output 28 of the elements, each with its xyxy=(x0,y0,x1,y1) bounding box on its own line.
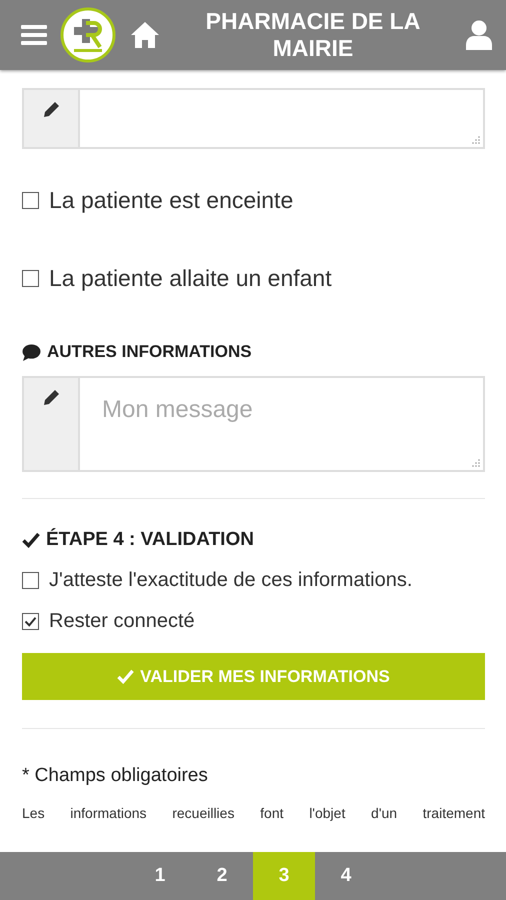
step-tab[interactable]: 1 xyxy=(129,852,191,900)
checkbox[interactable] xyxy=(22,192,39,209)
resize-grip-icon xyxy=(472,459,480,467)
pencil-icon xyxy=(41,388,61,408)
home-icon[interactable] xyxy=(130,21,160,49)
section-heading: AUTRES INFORMATIONS xyxy=(47,342,252,362)
legal-text: Les informations recueillies font l'objet d'un traitement xyxy=(22,805,485,821)
message-field[interactable]: Mon message xyxy=(80,376,485,472)
checkbox-label: La patiente est enceinte xyxy=(49,187,294,214)
checkbox-label: J'atteste l'exactitude de ces informations. xyxy=(49,569,412,592)
checkbox-label: La patiente allaite un enfant xyxy=(49,265,332,292)
step-tab[interactable]: 2 xyxy=(191,852,253,900)
pencil-icon xyxy=(41,100,61,120)
app-title: PHARMACIE DE LA MAIRIE xyxy=(204,8,422,62)
logo-icon[interactable] xyxy=(60,7,116,63)
section-heading: ÉTAPE 4 : VALIDATION xyxy=(46,529,254,551)
checkbox[interactable] xyxy=(22,270,39,287)
checkmark-icon xyxy=(117,669,134,684)
checkmark-icon xyxy=(22,532,40,548)
step-tab[interactable]: 4 xyxy=(315,852,377,900)
required-note: * Champs obligatoires xyxy=(22,765,209,787)
checkbox[interactable] xyxy=(22,613,39,630)
checkbox-label: Rester connecté xyxy=(49,610,195,633)
speech-bubble-icon xyxy=(22,344,41,360)
menu-icon[interactable] xyxy=(21,24,47,46)
user-icon[interactable] xyxy=(466,20,492,50)
checkbox[interactable] xyxy=(22,572,39,589)
resize-grip-icon xyxy=(472,136,480,144)
